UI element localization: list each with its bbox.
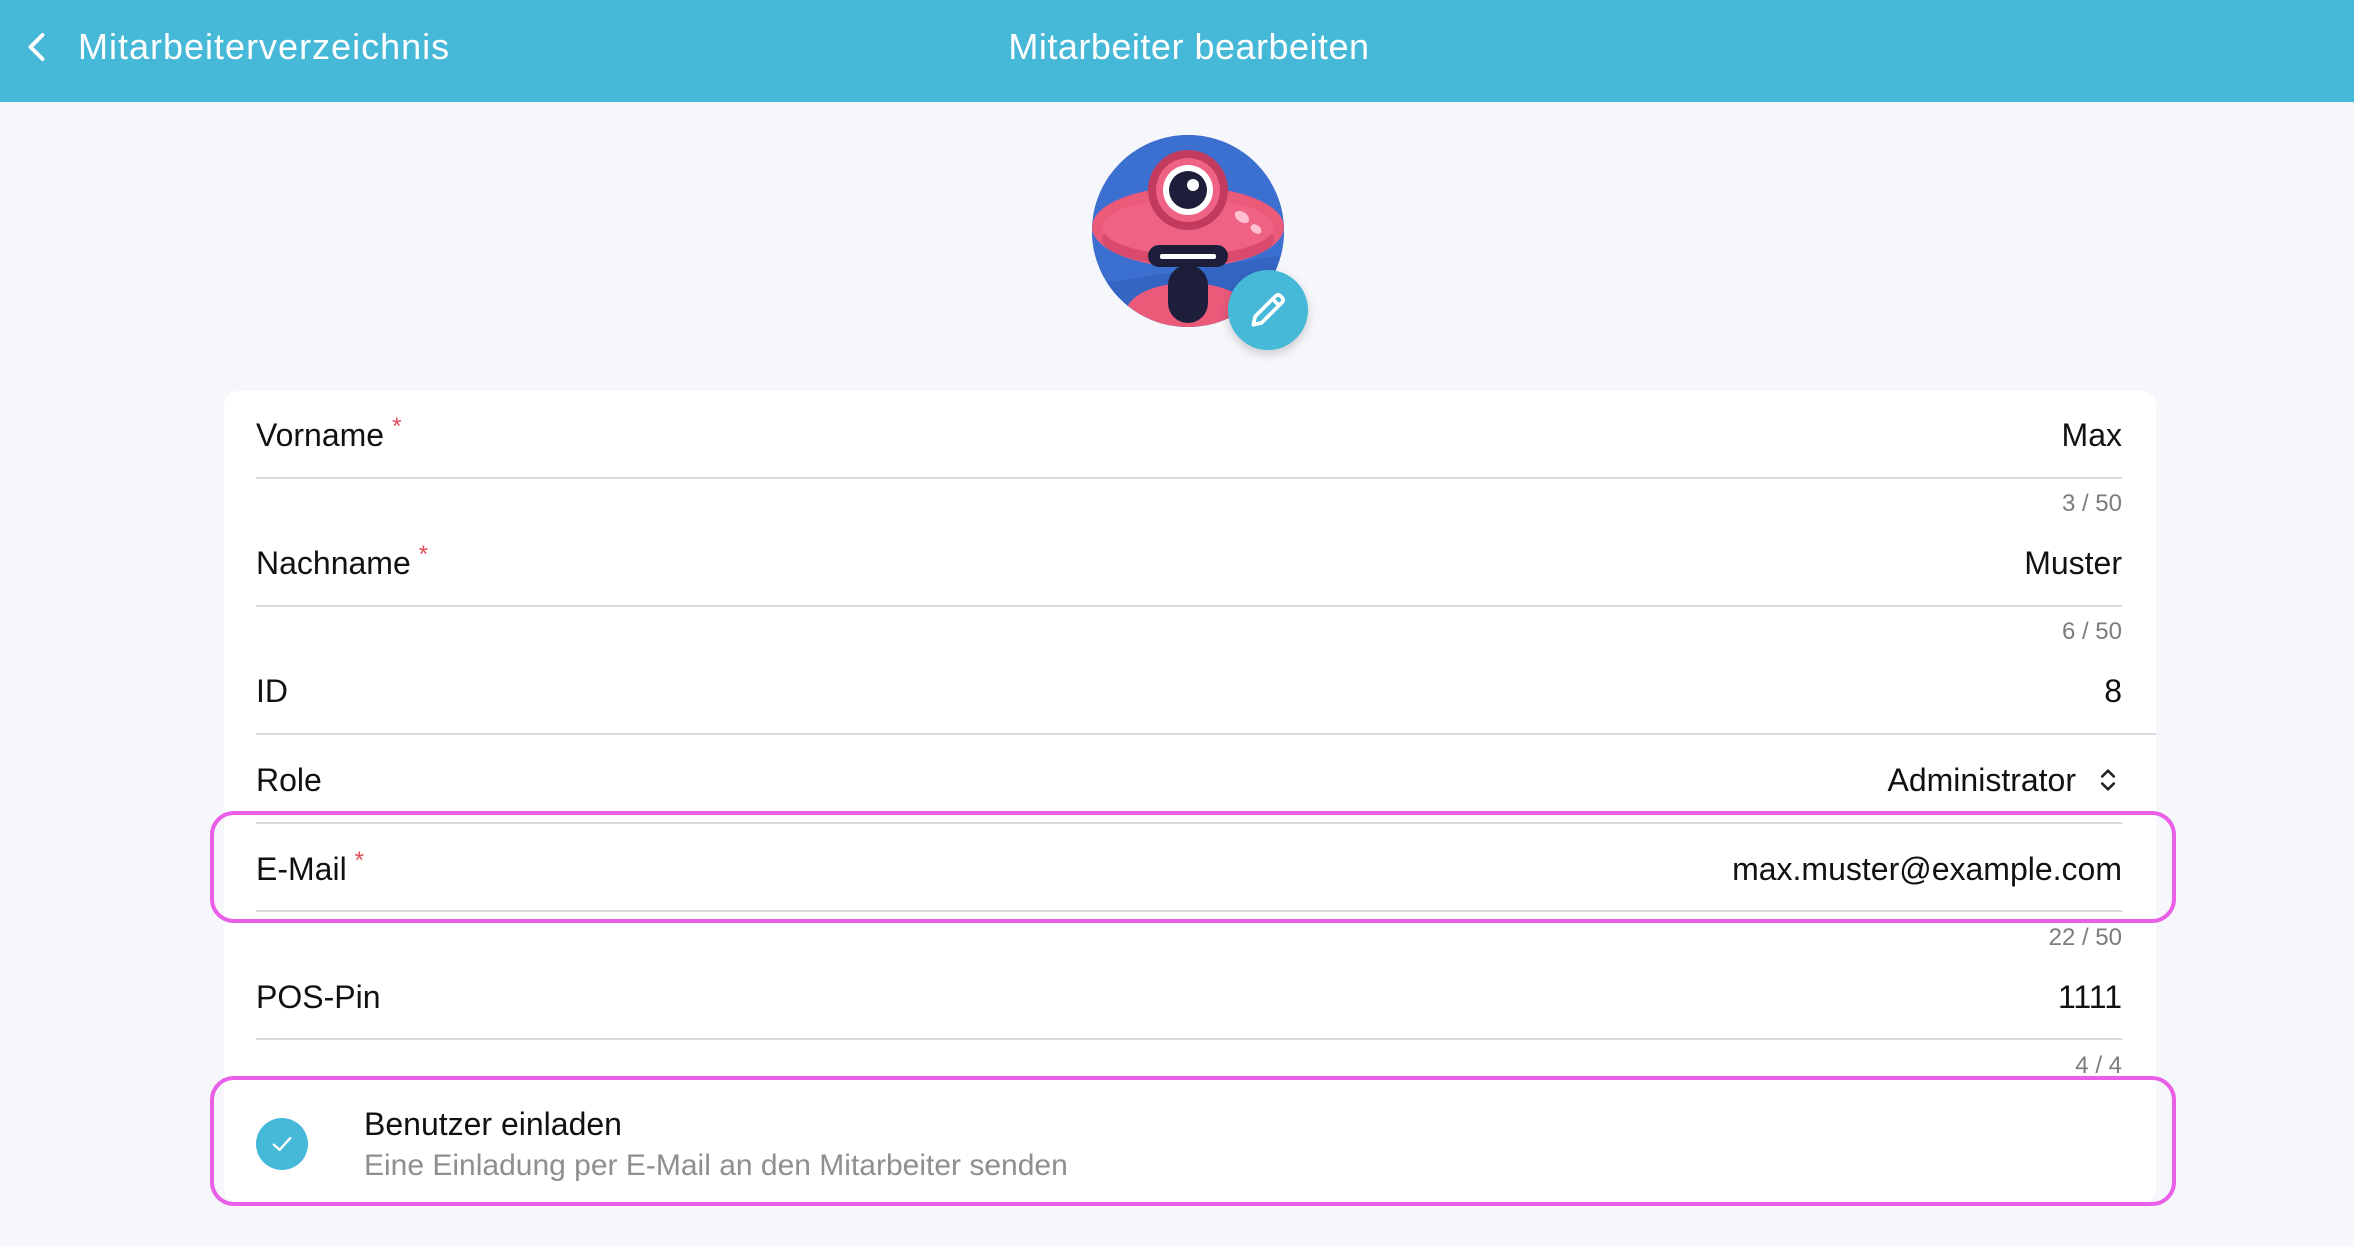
last-name-input[interactable]: Muster bbox=[2024, 545, 2122, 582]
email-label-text: E-Mail bbox=[256, 850, 347, 887]
last-name-counter: 6 / 50 bbox=[2061, 618, 2122, 645]
invite-subtitle: Eine Einladung per E-Mail an den Mitarbe… bbox=[364, 1148, 1068, 1182]
first-name-counter: 3 / 50 bbox=[2061, 490, 2122, 517]
pos-pin-input[interactable]: 1111 bbox=[2058, 979, 2122, 1016]
divider bbox=[256, 822, 2122, 824]
checkmark-icon bbox=[272, 1137, 292, 1151]
top-bar: Mitarbeiterverzeichnis Mitarbeiter bearb… bbox=[0, 0, 2354, 102]
required-marker: * bbox=[418, 540, 429, 568]
id-label: ID bbox=[256, 672, 288, 709]
email-row[interactable]: E-Mail * max.muster@example.com bbox=[256, 839, 2122, 899]
invite-checkbox[interactable] bbox=[256, 1118, 308, 1170]
email-input[interactable]: max.muster@example.com bbox=[1732, 851, 2122, 888]
email-label: E-Mail * bbox=[256, 847, 364, 888]
first-name-label: Vorname * bbox=[256, 413, 401, 454]
divider bbox=[256, 733, 2156, 735]
first-name-label-text: Vorname bbox=[256, 416, 385, 453]
role-label: Role bbox=[256, 761, 322, 798]
divider bbox=[256, 1038, 2122, 1040]
pencil-icon bbox=[1251, 293, 1285, 327]
last-name-label-text: Nachname bbox=[256, 544, 411, 581]
email-counter: 22 / 50 bbox=[2048, 924, 2122, 951]
last-name-label: Nachname * bbox=[256, 541, 428, 582]
id-input[interactable]: 8 bbox=[2104, 673, 2122, 710]
pos-pin-row[interactable]: POS-Pin 1111 bbox=[256, 967, 2122, 1027]
role-select-value: Administrator bbox=[1887, 761, 2077, 798]
id-row[interactable]: ID 8 bbox=[256, 661, 2122, 721]
required-marker: * bbox=[354, 846, 365, 874]
pos-pin-label: POS-Pin bbox=[256, 978, 381, 1015]
divider bbox=[256, 477, 2122, 479]
chevron-up-down-icon bbox=[2100, 769, 2116, 791]
required-marker: * bbox=[392, 412, 402, 440]
first-name-input[interactable]: Max bbox=[2062, 417, 2122, 454]
pos-pin-counter: 4 / 4 bbox=[2075, 1052, 2122, 1079]
invite-title: Benutzer einladen bbox=[364, 1105, 622, 1142]
edit-avatar-button[interactable] bbox=[1228, 270, 1308, 350]
invite-text: Benutzer einladen Eine Einladung per E-M… bbox=[364, 1106, 1068, 1183]
page-title: Mitarbeiter bearbeiten bbox=[1008, 26, 1370, 67]
first-name-row[interactable]: Vorname * Max bbox=[256, 405, 2122, 465]
role-select[interactable]: Administrator bbox=[1888, 762, 2123, 799]
invite-user-option[interactable]: Benutzer einladen Eine Einladung per E-M… bbox=[256, 1104, 2122, 1184]
divider bbox=[256, 605, 2122, 607]
divider bbox=[256, 910, 2122, 912]
last-name-row[interactable]: Nachname * Muster bbox=[256, 533, 2122, 593]
role-row[interactable]: Role Administrator bbox=[256, 750, 2122, 810]
